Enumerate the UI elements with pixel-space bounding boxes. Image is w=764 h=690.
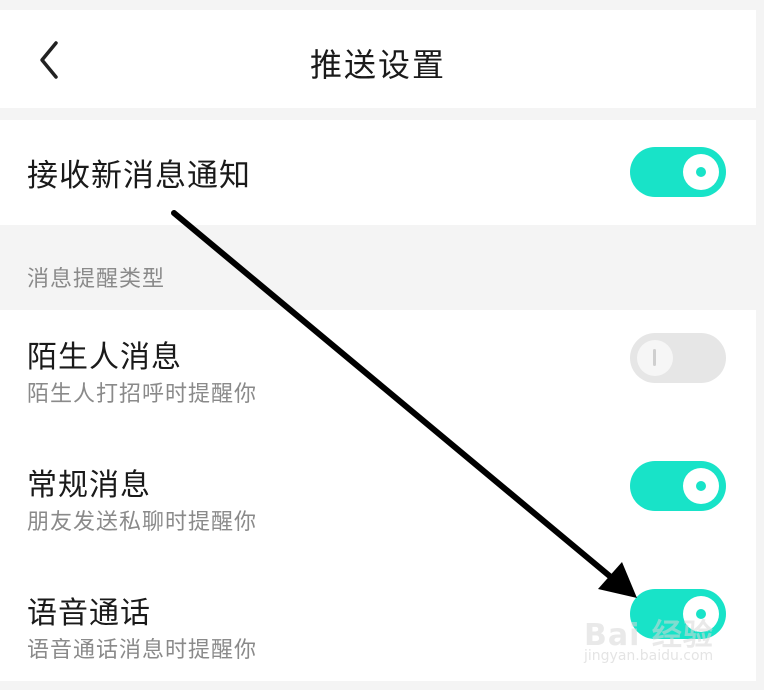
watermark: Bai 经验 jingyan.baidu.com xyxy=(582,606,757,666)
top-bar: 推送设置 xyxy=(0,10,756,108)
page-title: 推送设置 xyxy=(309,46,446,84)
item-subtitle: 陌生人打招呼时提醒你 xyxy=(27,382,258,407)
receive-notifications-row[interactable]: 接收新消息通知 xyxy=(0,120,756,225)
receive-notifications-label: 接收新消息通知 xyxy=(27,158,251,194)
item-title: 常规消息 xyxy=(27,468,151,503)
toggle-knob xyxy=(683,468,719,504)
stranger-messages-toggle[interactable] xyxy=(630,333,726,383)
toggle-knob xyxy=(683,154,719,190)
item-title: 陌生人消息 xyxy=(27,340,182,375)
toggle-knob xyxy=(637,340,673,376)
list-item-stranger-messages[interactable]: 陌生人消息 陌生人打招呼时提醒你 xyxy=(0,310,756,434)
regular-messages-toggle[interactable] xyxy=(630,461,726,511)
item-title: 语音通话 xyxy=(27,596,151,631)
section-label: 消息提醒类型 xyxy=(27,267,166,292)
item-subtitle: 朋友发送私聊时提醒你 xyxy=(27,510,258,535)
list-item-regular-messages[interactable]: 常规消息 朋友发送私聊时提醒你 xyxy=(0,438,756,562)
receive-notifications-toggle[interactable] xyxy=(630,147,726,197)
section-header: 消息提醒类型 xyxy=(0,225,756,310)
item-subtitle: 语音通话消息时提醒你 xyxy=(27,638,258,663)
watermark-url: jingyan.baidu.com xyxy=(584,648,714,664)
